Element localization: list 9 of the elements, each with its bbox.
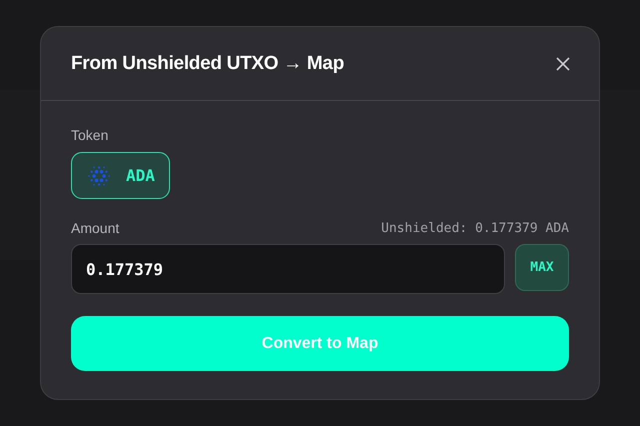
amount-input[interactable]: 0.177379 xyxy=(71,244,505,294)
amount-label: Amount xyxy=(71,220,120,236)
close-icon xyxy=(555,56,571,72)
token-option[interactable]: ADA xyxy=(71,152,170,199)
balance-text: Unshielded: 0.177379 ADA xyxy=(381,220,569,236)
ada-logo-icon xyxy=(88,164,110,186)
dialog-title: From Unshielded UTXO → Map xyxy=(71,52,344,74)
max-button[interactable]: MAX xyxy=(515,244,569,291)
token-label: Token xyxy=(71,127,110,143)
